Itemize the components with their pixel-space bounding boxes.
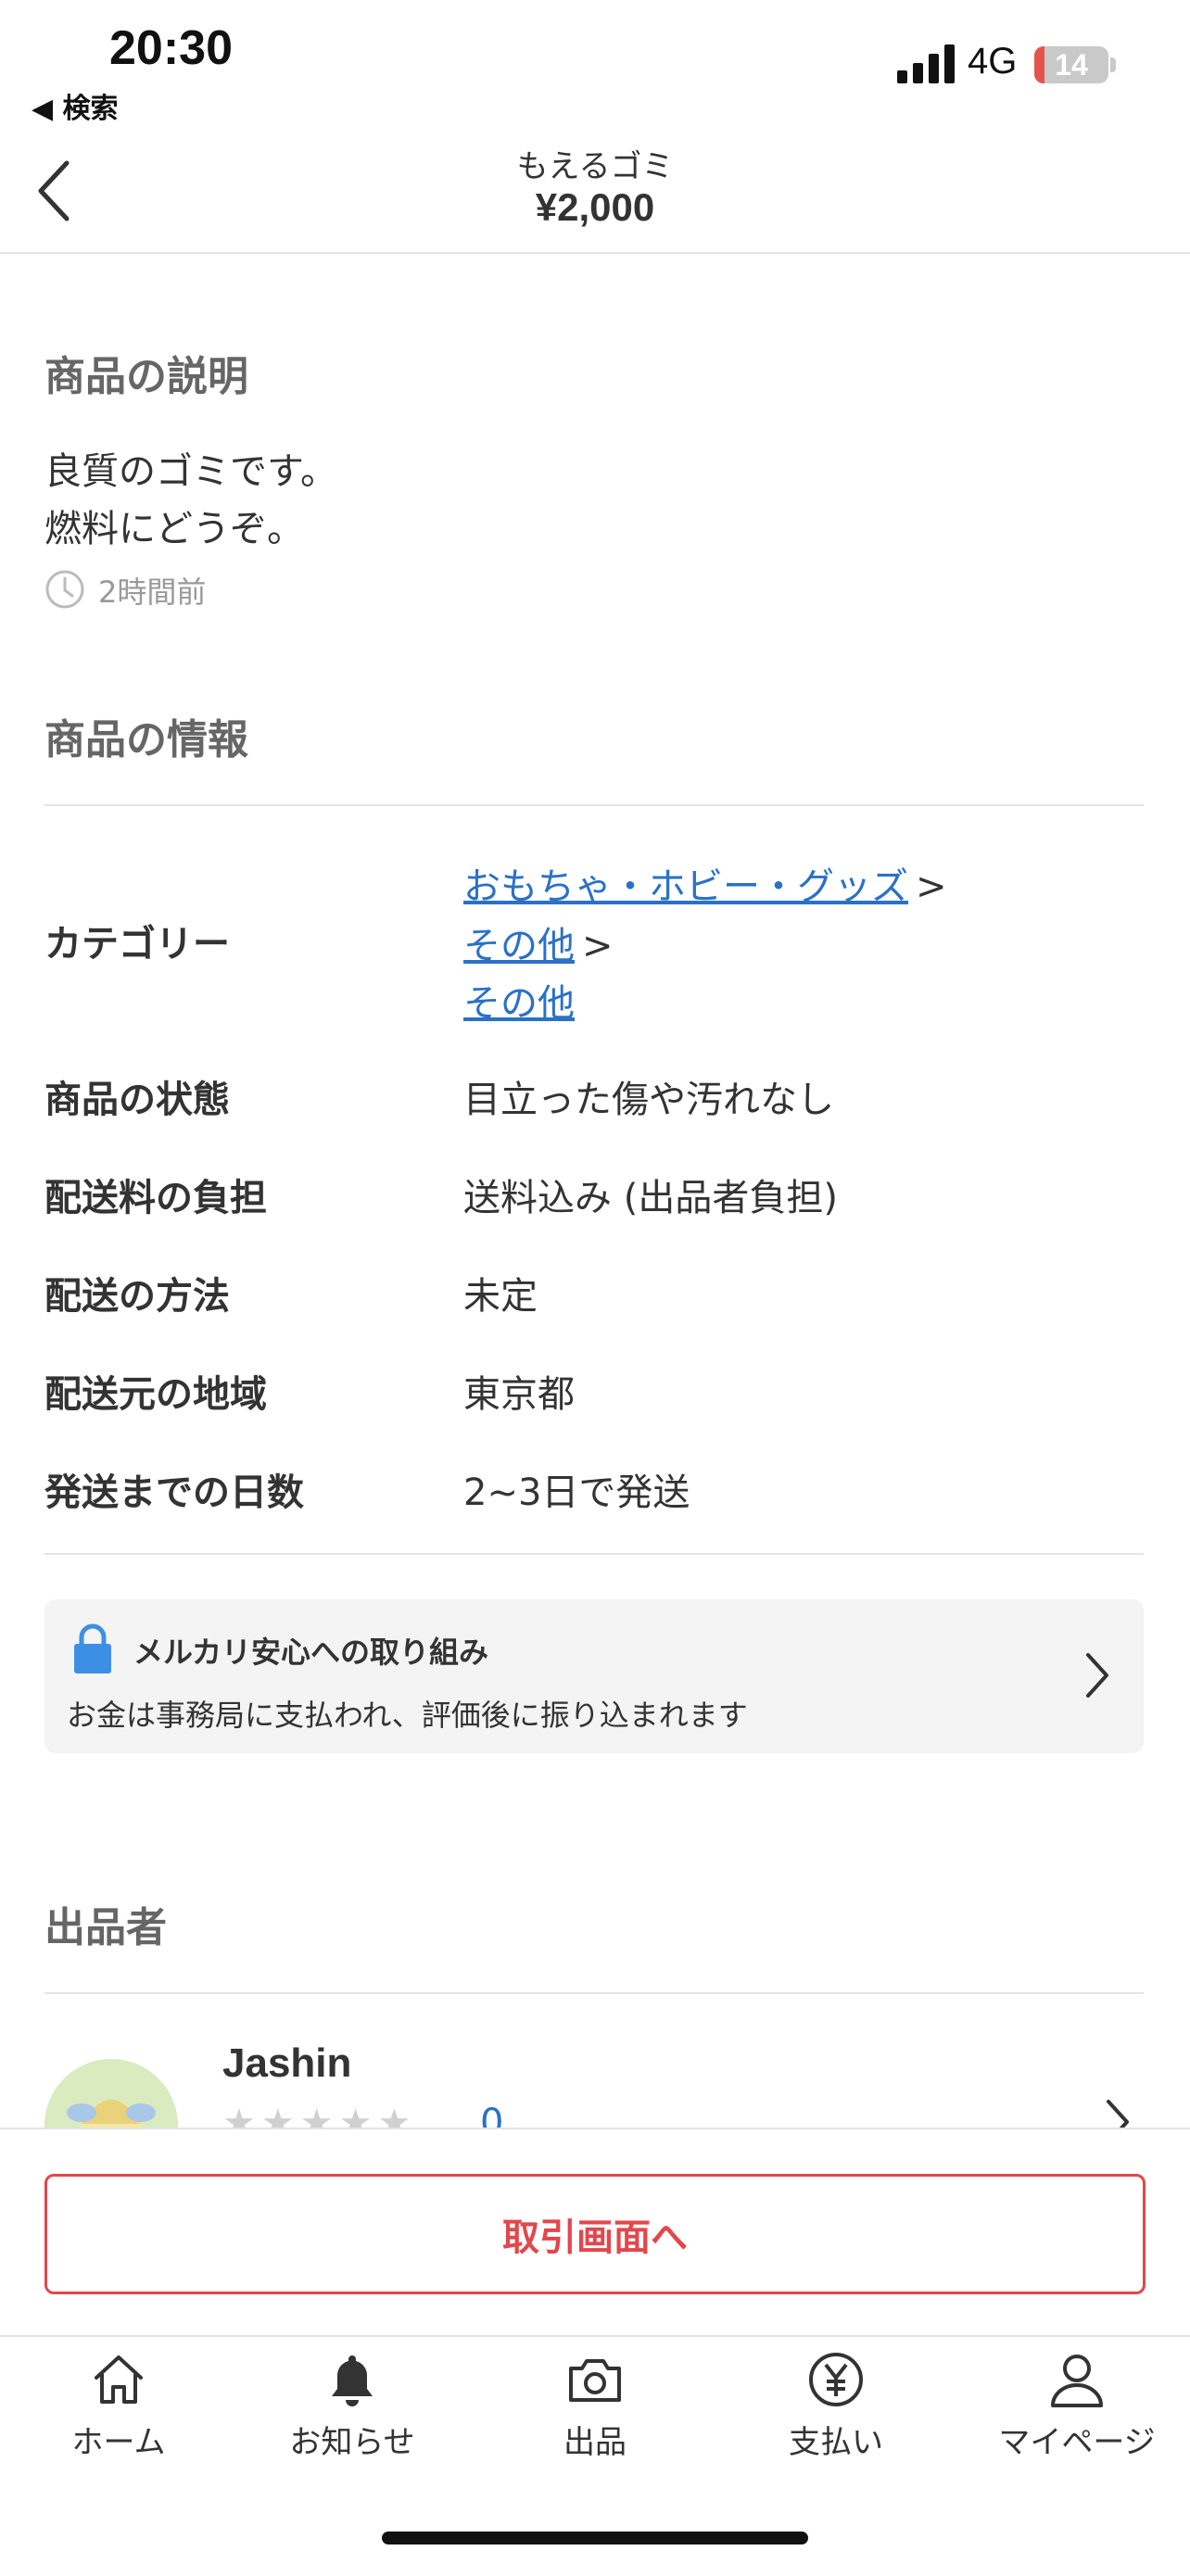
signal-icon xyxy=(897,44,955,83)
yen-icon xyxy=(809,2353,863,2406)
item-price: ¥2,000 xyxy=(535,185,655,229)
tab-label: ホーム xyxy=(71,2424,166,2461)
safety-description: お金は事務局に支払われ、評価後に振り込まれます xyxy=(67,1698,748,1733)
category-separator: > xyxy=(582,925,614,967)
ship-from-value: 東京都 xyxy=(463,1373,575,1416)
home-icon xyxy=(95,2355,143,2404)
status-time: 20:30 xyxy=(109,21,233,75)
header-divider xyxy=(0,252,1190,254)
tab-payment[interactable]: 支払い xyxy=(717,2350,955,2461)
divider xyxy=(44,804,1144,806)
shipping-method-value: 未定 xyxy=(463,1275,538,1318)
bell-icon xyxy=(332,2355,373,2406)
battery-cap xyxy=(1110,57,1116,72)
seller-heading: 出品者 xyxy=(44,1904,167,1951)
tab-home[interactable]: ホーム xyxy=(0,2350,237,2461)
condition-label: 商品の状態 xyxy=(44,1079,230,1121)
tab-label: お知らせ xyxy=(289,2424,415,2461)
home-indicator xyxy=(382,2532,808,2544)
divider xyxy=(44,1553,1144,1555)
ship-days-label: 発送までの日数 xyxy=(44,1471,304,1514)
battery-icon: 14 xyxy=(1034,46,1108,83)
tab-notifications[interactable]: お知らせ xyxy=(234,2350,471,2461)
shipping-fee-label: 配送料の負担 xyxy=(44,1177,267,1219)
network-type: 4G xyxy=(968,41,1018,82)
condition-value: 目立った傷や汚れなし xyxy=(463,1079,834,1121)
tab-label: マイページ xyxy=(998,2424,1156,2461)
tab-label: 支払い xyxy=(789,2424,883,2461)
clock-icon xyxy=(45,570,84,609)
category-separator: > xyxy=(916,865,947,908)
description-line: 燃料にどうぞ。 xyxy=(44,508,304,550)
category-link[interactable]: その他 xyxy=(463,982,575,1025)
category-label: カテゴリー xyxy=(44,923,230,966)
safety-title: メルカリ安心への取り組み xyxy=(133,1635,489,1670)
shipping-fee-value: 送料込み (出品者負担) xyxy=(463,1177,838,1219)
category-path-2: その他 > xyxy=(463,915,614,969)
battery-percent: 14 xyxy=(1055,48,1088,82)
category-link[interactable]: おもちゃ・ホビー・グッズ xyxy=(463,865,908,908)
category-path-1: おもちゃ・ホビー・グッズ > xyxy=(463,856,947,910)
seller-name[interactable]: Jashin xyxy=(222,2040,351,2087)
category-link[interactable]: その他 xyxy=(463,925,575,967)
back-to-search-link[interactable]: ◀ 検索 xyxy=(32,85,119,126)
category-path-3: その他 xyxy=(463,973,575,1027)
person-icon xyxy=(1051,2355,1103,2407)
trade-screen-button[interactable]: 取引画面へ xyxy=(44,2174,1146,2294)
description-line: 良質のゴミです。 xyxy=(44,450,337,493)
lock-icon xyxy=(74,1623,111,1673)
tab-mypage[interactable]: マイページ xyxy=(958,2350,1190,2461)
tab-sell[interactable]: 出品 xyxy=(476,2350,714,2461)
ship-from-label: 配送元の地域 xyxy=(44,1373,267,1416)
tab-label: 出品 xyxy=(563,2424,627,2461)
camera-icon xyxy=(569,2359,621,2402)
item-name: もえるゴミ xyxy=(516,148,674,185)
shipping-method-label: 配送の方法 xyxy=(44,1275,230,1318)
chevron-right-icon xyxy=(1086,1653,1108,1698)
divider xyxy=(44,1992,1144,1994)
tabbar-divider xyxy=(0,2335,1190,2337)
info-heading: 商品の情報 xyxy=(44,716,248,764)
ship-days-value: 2~3日で発送 xyxy=(463,1471,690,1514)
posted-time: 2時間前 xyxy=(98,575,207,610)
description-heading: 商品の説明 xyxy=(44,353,248,400)
